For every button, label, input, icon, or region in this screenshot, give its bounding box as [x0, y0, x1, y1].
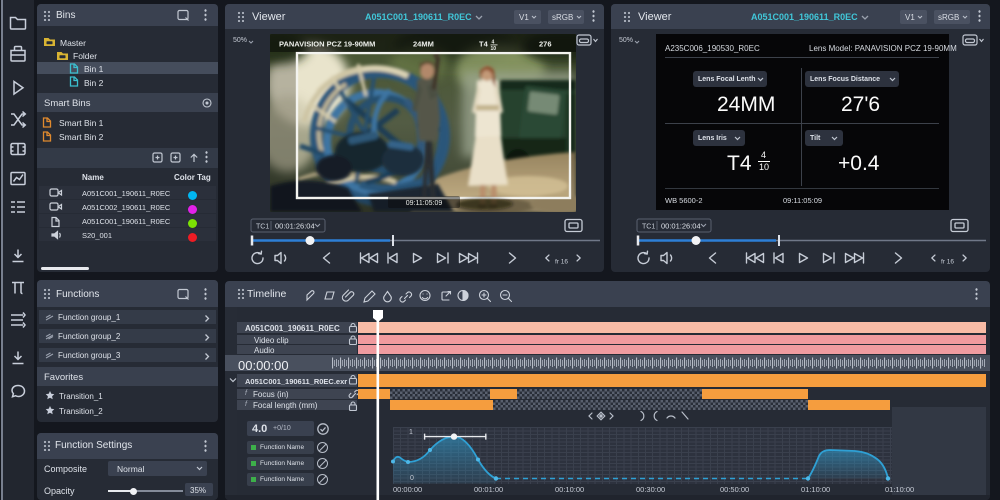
svg-text:00:01:26:04: 00:01:26:04 — [275, 222, 315, 231]
svg-text:1: 1 — [409, 429, 413, 436]
svg-text:fr 16: fr 16 — [555, 259, 568, 266]
svg-text:24MM: 24MM — [413, 40, 434, 49]
svg-text:fr 16: fr 16 — [941, 259, 954, 266]
svg-text:00:01:26:04: 00:01:26:04 — [661, 222, 701, 231]
svg-text:0: 0 — [410, 475, 414, 482]
svg-text:T4: T4 — [479, 40, 489, 49]
svg-text:276: 276 — [539, 40, 552, 49]
svg-text:PANAVISION PCZ 19-90MM: PANAVISION PCZ 19-90MM — [279, 40, 375, 49]
svg-text:TC1: TC1 — [256, 224, 269, 231]
svg-text:TC1: TC1 — [642, 224, 655, 231]
svg-text:09:11:05:09: 09:11:05:09 — [406, 200, 443, 207]
svg-text:10: 10 — [491, 46, 497, 52]
